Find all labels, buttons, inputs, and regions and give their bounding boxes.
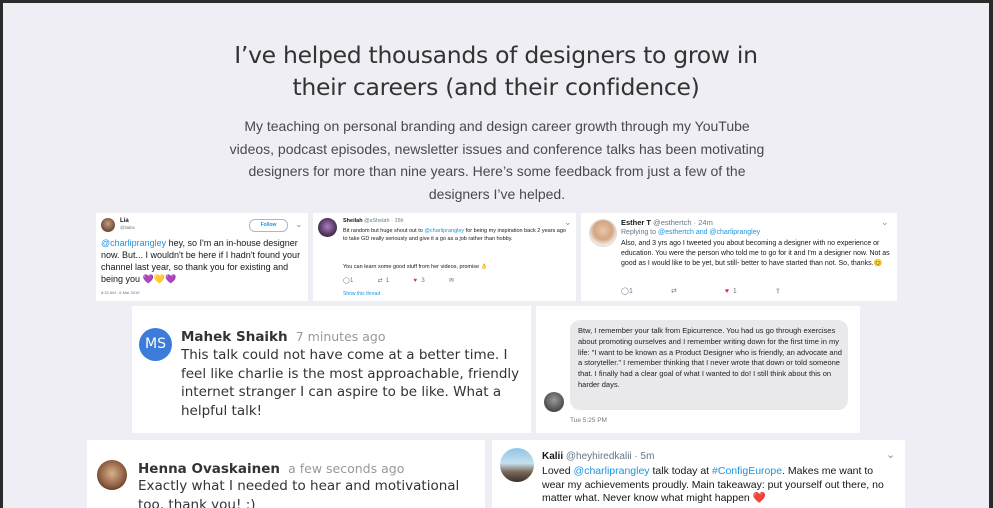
tweet-text: Also, and 3 yrs ago I tweeted you about …	[621, 240, 890, 267]
retweet-count: 1	[385, 278, 390, 284]
comment-time: 7 minutes ago	[295, 329, 386, 344]
reply-mentions[interactable]: @esthertch and @charliprangley	[658, 229, 760, 236]
message-icon[interactable]: ✉	[449, 277, 454, 284]
author-name: Henna Ovaskainen	[138, 461, 281, 477]
tweet-actions: ◯1 ⇄ 1 ♥ 3 ✉	[343, 277, 454, 284]
tweet-timestamp: 8:32 AM - 6 Mar 2019	[101, 290, 140, 295]
hearts-emoji: 💜💛💜	[142, 274, 177, 284]
like-count: 1	[732, 288, 737, 295]
retweet-icon[interactable]: ⇄	[671, 287, 723, 295]
heart-icon[interactable]: ♥	[413, 278, 421, 284]
comment-header: Mahek Shaikh 7 minutes ago	[181, 326, 386, 345]
tweet-text: Bit random but huge shout out to @charli…	[343, 228, 566, 242]
message-time: Tue 5:25 PM	[570, 417, 607, 424]
avatar	[544, 392, 564, 412]
comment-time: a few seconds ago	[288, 461, 405, 476]
testimonial-card-esther[interactable]: Esther T @esthertch · 24m ⌄ Replying to …	[581, 213, 897, 301]
testimonial-card-dm[interactable]: Btw, I remember your talk from Epicurren…	[536, 306, 860, 433]
author-name: Kalii	[542, 451, 564, 462]
follow-button[interactable]: Follow	[249, 219, 288, 232]
tweet-text: Loved @charliprangley talk today at #Con…	[542, 465, 884, 504]
heart-icon[interactable]: ♥	[725, 288, 733, 295]
testimonial-card-henna[interactable]: Henna Ovaskainen a few seconds ago Exact…	[87, 440, 485, 508]
tweet-header: Esther T @esthertch · 24m	[621, 218, 713, 227]
testimonial-card-lia[interactable]: Lia @lialex Follow ⌄ @charliprangley hey…	[96, 213, 308, 301]
message-text: Btw, I remember your talk from Epicurren…	[578, 326, 842, 389]
avatar: MS	[139, 328, 172, 361]
author-name: Esther T	[621, 218, 652, 227]
tweet-text: @charliprangley hey, so I'm an in-house …	[101, 238, 301, 284]
author-name: Lia	[120, 218, 129, 224]
heart-emoji: ❤️	[752, 492, 766, 504]
author-handle: @sShelah · 15h	[364, 218, 404, 224]
reply-icon[interactable]: ◯	[343, 277, 350, 284]
comment-text: This talk could not have come at a bette…	[181, 347, 520, 419]
author-handle: @heyhiredkalii · 5m	[565, 451, 655, 462]
testimonial-card-mahek[interactable]: MS Mahek Shaikh 7 minutes ago This talk …	[132, 306, 531, 433]
mention[interactable]: @charliprangley	[101, 238, 166, 248]
reply-icon[interactable]: ◯	[621, 287, 629, 295]
tweet-header: Kalii @heyhiredkalii · 5m	[542, 451, 654, 462]
tweet-actions: ◯1 ⇄ ♥ 1 ⇪	[621, 287, 781, 295]
page-headline: I’ve helped thousands of designers to gr…	[3, 39, 989, 103]
show-thread-link[interactable]: Show this thread	[343, 291, 380, 297]
tweet-header: Sheilah @sShelah · 15h	[343, 218, 404, 224]
intro-paragraph: My teaching on personal branding and des…	[229, 118, 765, 202]
chevron-down-icon[interactable]: ⌄	[886, 448, 895, 461]
comment-text: Exactly what I needed to hear and motiva…	[138, 478, 460, 508]
page-frame: I’ve helped thousands of designers to gr…	[3, 3, 989, 508]
chevron-down-icon[interactable]: ⌄	[295, 219, 303, 230]
avatar	[500, 448, 534, 482]
avatar	[97, 460, 127, 490]
author-name: Sheilah	[343, 218, 363, 224]
headline-line-2: their careers (and their confidence)	[292, 73, 700, 101]
like-count: 3	[421, 278, 425, 284]
testimonial-card-sheilah[interactable]: Sheilah @sShelah · 15h ⌄ Bit random but …	[313, 213, 576, 301]
mention[interactable]: @charliprangley	[424, 228, 464, 234]
author-name: Mahek Shaikh	[181, 329, 288, 345]
hashtag-link[interactable]: #ConfigEurope	[712, 465, 782, 477]
testimonial-card-kalii[interactable]: Kalii @heyhiredkalii · 5m ⌄ Loved @charl…	[492, 440, 905, 508]
reply-count: 1	[629, 288, 633, 295]
retweet-icon[interactable]: ⇄	[378, 277, 386, 284]
reply-line: Replying to @esthertch and @charliprangl…	[621, 229, 761, 236]
headline-line-1: I’ve helped thousands of designers to gr…	[234, 41, 758, 69]
message-bubble: Btw, I remember your talk from Epicurren…	[570, 320, 848, 410]
avatar	[589, 219, 617, 247]
reply-count: 1	[350, 278, 354, 284]
author-handle: @lialex	[120, 225, 135, 230]
comment-header: Henna Ovaskainen a few seconds ago	[138, 458, 404, 477]
share-icon[interactable]: ⇪	[775, 287, 781, 295]
author-handle: @esthertch · 24m	[653, 218, 713, 227]
chevron-down-icon[interactable]: ⌄	[881, 217, 889, 228]
avatar	[318, 218, 337, 237]
avatar	[101, 218, 115, 232]
mention[interactable]: @charliprangley	[574, 465, 650, 477]
tweet-text-2: You can learn some good stuff from her v…	[343, 264, 488, 270]
